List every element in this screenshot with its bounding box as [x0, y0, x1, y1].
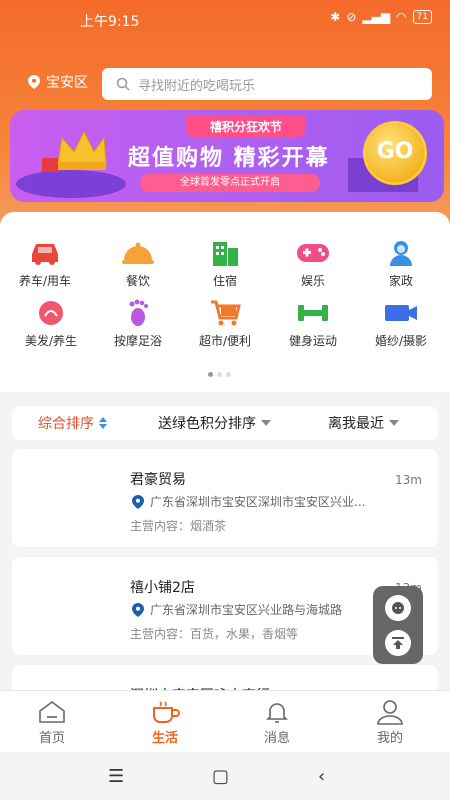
store-card[interactable]: 君豪贸易 13m 广东省深圳市宝安区深圳市宝安区兴业... 主营内容：烟酒茶 — [12, 449, 438, 547]
tab-label: 生活 — [151, 731, 178, 746]
location-pin-icon — [132, 494, 144, 509]
page-indicator — [208, 372, 231, 377]
chevron-down-icon — [261, 420, 271, 426]
category-label: 健身运动 — [288, 334, 337, 348]
location-pin-icon — [132, 602, 144, 617]
status-icons: ✱ ⊘ ▂▄▆ ◠ 71 — [330, 10, 432, 24]
category-housekeeping[interactable]: 家政 — [356, 238, 446, 289]
mute-icon: ⊘ — [346, 10, 357, 24]
category-label: 超市/便利 — [198, 334, 252, 348]
search-placeholder: 寻找附近的吃喝玩乐 — [138, 78, 256, 94]
category-label: 婚纱/摄影 — [374, 334, 428, 348]
wellness-icon — [33, 298, 69, 328]
podium-graphic — [16, 170, 126, 198]
category-car-service[interactable]: 养车/用车 — [0, 238, 90, 289]
crown-icon — [42, 130, 107, 172]
location-pin-icon — [28, 75, 40, 89]
sort-comprehensive[interactable]: 综合排序 — [38, 413, 108, 433]
camera-icon — [383, 298, 419, 328]
category-label: 家政 — [388, 274, 413, 288]
banner-subtitle: 全球首发零点正式开启 — [140, 174, 320, 192]
customer-service-button[interactable] — [385, 594, 411, 621]
category-supermarket[interactable]: 超市/便利 — [180, 298, 270, 349]
sort-nearest[interactable]: 离我最近 — [328, 413, 400, 433]
food-cover-icon — [120, 238, 156, 268]
store-name: 君豪贸易 — [130, 472, 186, 488]
battery-icon: 71 — [412, 10, 432, 24]
back-to-top-button[interactable] — [385, 629, 411, 656]
sort-label: 综合排序 — [38, 416, 94, 432]
sort-green-points[interactable]: 送绿色积分排序 — [158, 413, 272, 433]
chevron-down-icon — [389, 420, 399, 426]
page-dot-active — [208, 372, 213, 377]
category-label: 餐饮 — [125, 274, 150, 288]
footprint-icon — [120, 298, 156, 328]
sort-label: 送绿色积分排序 — [158, 416, 256, 432]
status-time: 上午9:15 — [80, 14, 140, 30]
tab-label: 我的 — [376, 731, 403, 746]
store-business: 主营内容：百货，水果，香烟等 — [130, 627, 299, 641]
promo-banner[interactable]: 禧积分狂欢节 超值购物 精彩开幕 全球首发零点正式开启 GO — [10, 110, 444, 202]
category-label: 美发/养生 — [24, 334, 78, 348]
store-distance: 13m — [395, 473, 422, 487]
category-label: 养车/用车 — [18, 274, 72, 288]
banner-tag: 禧积分狂欢节 — [186, 116, 306, 138]
status-bar: 上午9:15 ✱ ⊘ ▂▄▆ ◠ 71 — [0, 8, 450, 32]
dumbbell-icon — [295, 298, 331, 328]
user-icon — [360, 699, 420, 725]
category-entertainment[interactable]: 娱乐 — [268, 238, 358, 289]
sort-bar: 综合排序 送绿色积分排序 离我最近 — [12, 406, 438, 440]
wifi-icon: ◠ — [396, 10, 407, 24]
signal-icon: ▂▄▆ — [362, 10, 391, 24]
menu-icon[interactable]: ☰ — [108, 766, 124, 787]
category-massage[interactable]: 按摩足浴 — [93, 298, 183, 349]
category-dining[interactable]: 餐饮 — [93, 238, 183, 289]
system-nav-bar: ☰ ▢ ‹ — [0, 752, 450, 800]
location-label: 宝安区 — [46, 75, 88, 91]
tab-home[interactable]: 首页 — [22, 699, 82, 746]
tab-life[interactable]: 生活 — [135, 699, 195, 746]
go-button[interactable]: GO — [366, 124, 424, 182]
category-lodging[interactable]: 住宿 — [180, 238, 270, 289]
sort-label: 离我最近 — [328, 416, 384, 432]
store-address-text: 广东省深圳市宝安区兴业路与海城路 — [150, 603, 343, 617]
category-fitness[interactable]: 健身运动 — [268, 298, 358, 349]
arrow-up-icon — [392, 636, 404, 649]
tab-label: 消息 — [263, 731, 290, 746]
floating-tools — [373, 586, 423, 664]
coffee-cup-icon — [135, 699, 195, 725]
search-input[interactable]: 寻找附近的吃喝玩乐 — [102, 68, 432, 100]
back-icon[interactable]: ‹ — [318, 766, 325, 787]
location-selector[interactable]: 宝安区 — [28, 72, 88, 92]
bluetooth-icon: ✱ — [330, 10, 341, 24]
store-business: 主营内容：烟酒茶 — [130, 519, 227, 533]
category-hair-wellness[interactable]: 美发/养生 — [6, 298, 96, 349]
sort-updown-icon — [99, 417, 107, 429]
tab-mine[interactable]: 我的 — [360, 699, 420, 746]
bottom-tab-bar: 首页 生活 消息 我的 — [0, 690, 450, 752]
chat-icon — [392, 601, 404, 614]
category-wedding-photo[interactable]: 婚纱/摄影 — [356, 298, 446, 349]
gamepad-icon — [295, 238, 331, 268]
home-square-icon[interactable]: ▢ — [212, 766, 229, 787]
category-grid: 养车/用车 餐饮 住宿 娱乐 家政 美发/养生 按摩足浴 超市/便利 健身运动 … — [0, 212, 450, 392]
page-dot — [226, 372, 231, 377]
category-label: 住宿 — [212, 274, 237, 288]
store-address-text: 广东省深圳市宝安区深圳市宝安区兴业... — [150, 495, 366, 509]
store-address: 广东省深圳市宝安区深圳市宝安区兴业... — [132, 493, 422, 510]
car-icon — [27, 238, 63, 268]
bell-icon — [247, 699, 307, 725]
tab-messages[interactable]: 消息 — [247, 699, 307, 746]
housekeeper-icon — [383, 238, 419, 268]
search-icon — [116, 77, 130, 91]
category-label: 娱乐 — [300, 274, 325, 288]
page-dot — [217, 372, 222, 377]
building-icon — [207, 238, 243, 268]
home-icon — [22, 699, 82, 725]
tab-label: 首页 — [38, 731, 65, 746]
category-label: 按摩足浴 — [113, 334, 162, 348]
store-name: 禧小铺2店 — [130, 580, 195, 596]
banner-headline: 超值购物 精彩开幕 — [128, 146, 330, 171]
cart-icon — [207, 298, 243, 328]
